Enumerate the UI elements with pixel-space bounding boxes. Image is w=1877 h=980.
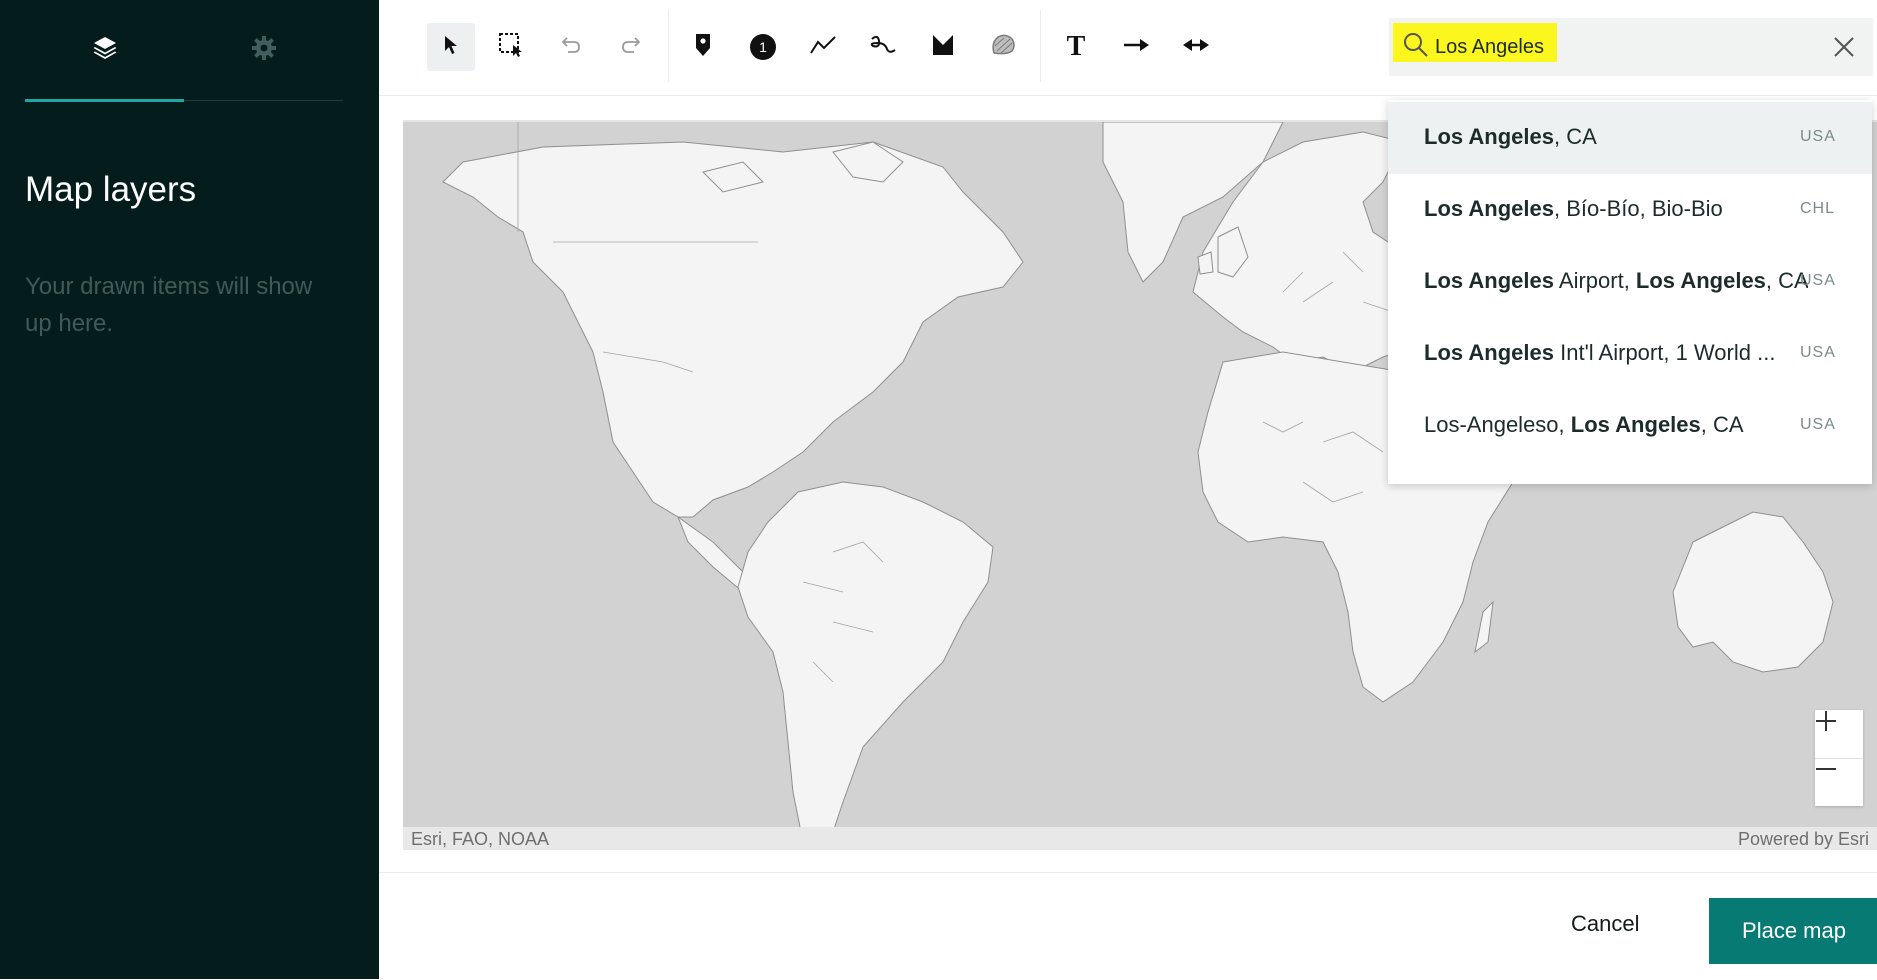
powered-by-text[interactable]: Powered by Esri xyxy=(1738,829,1869,850)
drawing-toolbar: 1 T xyxy=(379,0,1877,96)
cursor-arrow-icon xyxy=(442,35,460,60)
suggestion-item[interactable]: Los Angeles, CA USA xyxy=(1388,102,1872,174)
arrow-right-icon xyxy=(1122,37,1150,58)
search-suggestions: Los Angeles, CA USA Los Angeles, Bío-Bío… xyxy=(1388,100,1872,484)
text-tool-icon: T xyxy=(1066,31,1086,62)
search-icon xyxy=(1403,32,1429,63)
redo-button[interactable] xyxy=(607,23,655,71)
search-input[interactable] xyxy=(1435,33,1775,61)
location-search xyxy=(1389,18,1873,76)
dialog-footer: Cancel Place map xyxy=(379,872,1877,980)
freehand-polygon-icon xyxy=(990,33,1016,62)
suggestion-text: Los Angeles, CA xyxy=(1424,124,1597,149)
freehand-icon xyxy=(869,33,897,62)
numbered-marker-icon: 1 xyxy=(750,34,776,60)
polyline-button[interactable] xyxy=(799,23,847,71)
suggestion-item[interactable]: Los Angeles, Bío-Bío, Bio-Bio CHL xyxy=(1388,174,1872,246)
sidebar-title: Map layers xyxy=(25,170,197,209)
numbered-marker-label: 1 xyxy=(759,39,767,55)
empty-layers-message: Your drawn items will show up here. xyxy=(25,273,313,337)
layers-icon xyxy=(92,35,118,66)
toolbar-divider xyxy=(1040,10,1041,82)
zoom-in-button[interactable] xyxy=(1815,710,1863,759)
undo-button[interactable] xyxy=(547,23,595,71)
gear-icon xyxy=(251,35,277,66)
suggestion-country: USA xyxy=(1800,344,1836,361)
marquee-select-button[interactable] xyxy=(487,23,535,71)
polyline-icon xyxy=(809,34,837,61)
attribution-text: Esri, FAO, NOAA xyxy=(411,829,550,849)
numbered-marker-button[interactable]: 1 xyxy=(739,23,787,71)
suggestion-text: Los-Angeleso, Los Angeles, CA xyxy=(1424,412,1744,437)
suggestion-text: Los Angeles Int'l Airport, 1 World ... xyxy=(1424,340,1776,365)
place-map-button[interactable]: Place map xyxy=(1709,898,1877,964)
suggestion-country: USA xyxy=(1800,272,1836,289)
sidebar: Map layers Your drawn items will show up… xyxy=(0,0,379,979)
toolbar-divider xyxy=(668,10,669,82)
zoom-control xyxy=(1815,710,1863,806)
freehand-button[interactable] xyxy=(859,23,907,71)
zoom-out-button[interactable] xyxy=(1815,758,1863,806)
suggestion-country: USA xyxy=(1800,128,1836,145)
text-tool-button[interactable]: T xyxy=(1052,23,1100,71)
freehand-polygon-button[interactable] xyxy=(979,23,1027,71)
pin-marker-button[interactable] xyxy=(679,23,727,71)
suggestion-item[interactable]: Los-Angeleso, Los Angeles, CA USA xyxy=(1388,390,1872,462)
polygon-icon xyxy=(931,33,955,62)
select-tool-button[interactable] xyxy=(427,23,475,71)
tab-settings[interactable] xyxy=(184,0,343,100)
suggestion-text: Los Angeles Airport, Los Angeles, CA xyxy=(1424,268,1808,293)
double-arrow-tool-button[interactable] xyxy=(1172,23,1220,71)
cancel-button[interactable]: Cancel xyxy=(1559,901,1651,947)
suggestion-country: USA xyxy=(1800,416,1836,433)
map-attribution: Esri, FAO, NOAA Powered by Esri xyxy=(403,827,1877,850)
redo-icon xyxy=(620,35,642,60)
arrow-tool-button[interactable] xyxy=(1112,23,1160,71)
suggestion-text: Los Angeles, Bío-Bío, Bio-Bio xyxy=(1424,196,1723,221)
marquee-select-icon xyxy=(498,32,524,63)
double-arrow-icon xyxy=(1182,37,1210,58)
undo-icon xyxy=(560,35,582,60)
suggestion-country: CHL xyxy=(1800,200,1836,217)
map-pin-icon xyxy=(694,32,712,63)
tab-layers[interactable] xyxy=(25,0,184,102)
polygon-button[interactable] xyxy=(919,23,967,71)
close-icon[interactable] xyxy=(1829,32,1859,62)
sidebar-tabs xyxy=(25,0,343,102)
suggestion-item[interactable]: Los Angeles Int'l Airport, 1 World ... U… xyxy=(1388,318,1872,390)
suggestion-item[interactable]: Los Angeles Airport, Los Angeles, CA USA xyxy=(1388,246,1872,318)
